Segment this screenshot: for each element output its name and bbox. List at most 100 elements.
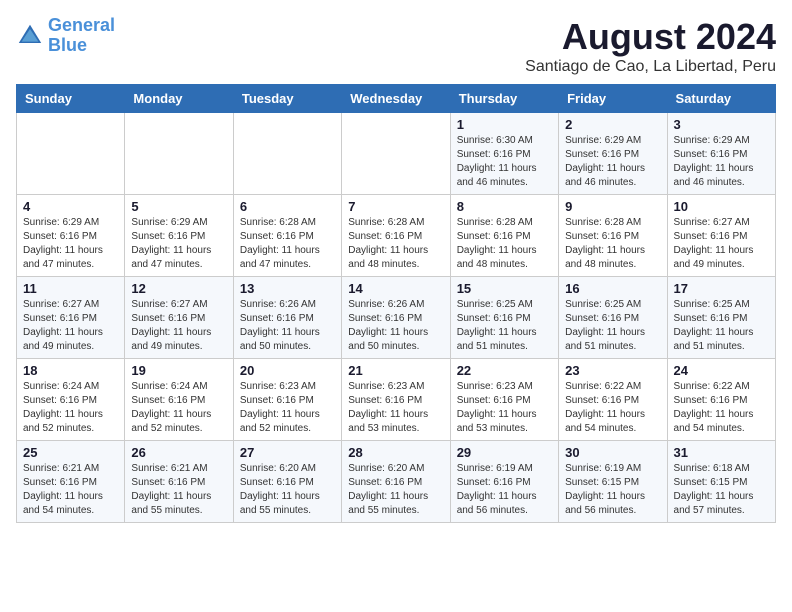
weekday-tuesday: Tuesday xyxy=(233,85,341,113)
calendar-cell: 31 Sunrise: 6:18 AM Sunset: 6:15 PM Dayli… xyxy=(667,441,775,523)
day-info: Sunrise: 6:27 AM Sunset: 6:16 PM Dayligh… xyxy=(131,298,226,354)
day-info: Sunrise: 6:24 AM Sunset: 6:16 PM Dayligh… xyxy=(23,380,118,436)
calendar-subtitle: Santiago de Cao, La Libertad, Peru xyxy=(525,58,776,76)
week-row-1: 1Sunrise: 6:30 AM Sunset: 6:16 PM Daylig… xyxy=(17,113,776,195)
day-number: 30 xyxy=(565,445,660,460)
day-info: Sunrise: 6:25 AM Sunset: 6:16 PM Dayligh… xyxy=(565,298,660,354)
day-number: 7 xyxy=(348,199,443,214)
day-number: 18 xyxy=(23,363,118,378)
calendar-cell: 15Sunrise: 6:25 AM Sunset: 6:16 PM Dayli… xyxy=(450,277,558,359)
day-info: Sunrise: 6:22 AM Sunset: 6:16 PM Dayligh… xyxy=(565,380,660,436)
day-number: 3 xyxy=(674,117,769,132)
day-info: Sunrise: 6:28 AM Sunset: 6:16 PM Dayligh… xyxy=(565,216,660,272)
logo-line1: General xyxy=(48,15,115,35)
weekday-saturday: Saturday xyxy=(667,85,775,113)
week-row-2: 4 Sunrise: 6:29 AM Sunset: 6:16 PM Daylig… xyxy=(17,195,776,277)
calendar-cell: 11 Sunrise: 6:27 AM Sunset: 6:16 PM Dayli… xyxy=(17,277,125,359)
day-info: Sunrise: 6:19 AM Sunset: 6:16 PM Dayligh… xyxy=(457,462,552,518)
day-info: Sunrise: 6:18 AM Sunset: 6:15 PM Dayligh… xyxy=(674,462,769,518)
day-info: Sunrise: 6:23 AM Sunset: 6:16 PM Dayligh… xyxy=(457,380,552,436)
calendar-title: August 2024 xyxy=(525,16,776,58)
day-info: Sunrise: 6:29 AM Sunset: 6:16 PM Dayligh… xyxy=(131,216,226,272)
calendar-cell: 7 Sunrise: 6:28 AM Sunset: 6:16 PM Daylig… xyxy=(342,195,450,277)
day-info: Sunrise: 6:25 AM Sunset: 6:16 PM Dayligh… xyxy=(674,298,769,354)
calendar-cell: 17 Sunrise: 6:25 AM Sunset: 6:16 PM Dayli… xyxy=(667,277,775,359)
day-number: 26 xyxy=(131,445,226,460)
day-number: 12 xyxy=(131,281,226,296)
day-number: 23 xyxy=(565,363,660,378)
calendar-cell: 23 Sunrise: 6:22 AM Sunset: 6:16 PM Dayli… xyxy=(559,359,667,441)
day-number: 20 xyxy=(240,363,335,378)
logo-icon xyxy=(16,22,44,50)
calendar-cell: 1Sunrise: 6:30 AM Sunset: 6:16 PM Daylig… xyxy=(450,113,558,195)
calendar-cell: 9 Sunrise: 6:28 AM Sunset: 6:16 PM Daylig… xyxy=(559,195,667,277)
calendar-cell: 6 Sunrise: 6:28 AM Sunset: 6:16 PM Daylig… xyxy=(233,195,341,277)
day-info: Sunrise: 6:29 AM Sunset: 6:16 PM Dayligh… xyxy=(674,134,769,190)
calendar-cell: 5 Sunrise: 6:29 AM Sunset: 6:16 PM Daylig… xyxy=(125,195,233,277)
day-info: Sunrise: 6:21 AM Sunset: 6:16 PM Dayligh… xyxy=(23,462,118,518)
calendar-cell: 13 Sunrise: 6:26 AM Sunset: 6:16 PM Dayli… xyxy=(233,277,341,359)
weekday-monday: Monday xyxy=(125,85,233,113)
day-info: Sunrise: 6:27 AM Sunset: 6:16 PM Dayligh… xyxy=(23,298,118,354)
day-info: Sunrise: 6:29 AM Sunset: 6:16 PM Dayligh… xyxy=(565,134,660,190)
calendar-cell: 12 Sunrise: 6:27 AM Sunset: 6:16 PM Dayli… xyxy=(125,277,233,359)
day-info: Sunrise: 6:28 AM Sunset: 6:16 PM Dayligh… xyxy=(457,216,552,272)
day-number: 14 xyxy=(348,281,443,296)
calendar-cell: 16 Sunrise: 6:25 AM Sunset: 6:16 PM Dayli… xyxy=(559,277,667,359)
day-info: Sunrise: 6:25 AM Sunset: 6:16 PM Dayligh… xyxy=(457,298,552,354)
calendar-cell: 3 Sunrise: 6:29 AM Sunset: 6:16 PM Daylig… xyxy=(667,113,775,195)
day-info: Sunrise: 6:23 AM Sunset: 6:16 PM Dayligh… xyxy=(348,380,443,436)
calendar-cell: 21 Sunrise: 6:23 AM Sunset: 6:16 PM Dayli… xyxy=(342,359,450,441)
calendar-table: SundayMondayTuesdayWednesdayThursdayFrid… xyxy=(16,84,776,523)
day-number: 10 xyxy=(674,199,769,214)
day-info: Sunrise: 6:26 AM Sunset: 6:16 PM Dayligh… xyxy=(240,298,335,354)
day-info: Sunrise: 6:24 AM Sunset: 6:16 PM Dayligh… xyxy=(131,380,226,436)
day-number: 29 xyxy=(457,445,552,460)
day-number: 1 xyxy=(457,117,552,132)
day-info: Sunrise: 6:21 AM Sunset: 6:16 PM Dayligh… xyxy=(131,462,226,518)
day-info: Sunrise: 6:28 AM Sunset: 6:16 PM Dayligh… xyxy=(240,216,335,272)
day-info: Sunrise: 6:28 AM Sunset: 6:16 PM Dayligh… xyxy=(348,216,443,272)
header: General Blue August 2024 Santiago de Cao… xyxy=(16,16,776,76)
day-number: 24 xyxy=(674,363,769,378)
calendar-cell xyxy=(342,113,450,195)
calendar-cell: 19 Sunrise: 6:24 AM Sunset: 6:16 PM Dayli… xyxy=(125,359,233,441)
day-number: 27 xyxy=(240,445,335,460)
calendar-cell: 2 Sunrise: 6:29 AM Sunset: 6:16 PM Daylig… xyxy=(559,113,667,195)
day-number: 5 xyxy=(131,199,226,214)
day-number: 16 xyxy=(565,281,660,296)
calendar-cell: 28Sunrise: 6:20 AM Sunset: 6:16 PM Dayli… xyxy=(342,441,450,523)
day-number: 6 xyxy=(240,199,335,214)
weekday-header-row: SundayMondayTuesdayWednesdayThursdayFrid… xyxy=(17,85,776,113)
day-number: 22 xyxy=(457,363,552,378)
calendar-cell xyxy=(17,113,125,195)
day-number: 9 xyxy=(565,199,660,214)
day-info: Sunrise: 6:29 AM Sunset: 6:16 PM Dayligh… xyxy=(23,216,118,272)
title-area: August 2024 Santiago de Cao, La Libertad… xyxy=(525,16,776,76)
day-number: 25 xyxy=(23,445,118,460)
day-number: 19 xyxy=(131,363,226,378)
calendar-cell: 4 Sunrise: 6:29 AM Sunset: 6:16 PM Daylig… xyxy=(17,195,125,277)
weekday-thursday: Thursday xyxy=(450,85,558,113)
week-row-4: 18 Sunrise: 6:24 AM Sunset: 6:16 PM Dayli… xyxy=(17,359,776,441)
weekday-wednesday: Wednesday xyxy=(342,85,450,113)
calendar-cell: 25 Sunrise: 6:21 AM Sunset: 6:16 PM Dayli… xyxy=(17,441,125,523)
calendar-cell xyxy=(125,113,233,195)
day-info: Sunrise: 6:26 AM Sunset: 6:16 PM Dayligh… xyxy=(348,298,443,354)
day-number: 13 xyxy=(240,281,335,296)
day-number: 31 xyxy=(674,445,769,460)
day-number: 2 xyxy=(565,117,660,132)
day-info: Sunrise: 6:22 AM Sunset: 6:16 PM Dayligh… xyxy=(674,380,769,436)
calendar-cell: 8 Sunrise: 6:28 AM Sunset: 6:16 PM Daylig… xyxy=(450,195,558,277)
day-number: 21 xyxy=(348,363,443,378)
calendar-cell: 26 Sunrise: 6:21 AM Sunset: 6:16 PM Dayli… xyxy=(125,441,233,523)
logo-text: General Blue xyxy=(48,16,115,56)
week-row-3: 11 Sunrise: 6:27 AM Sunset: 6:16 PM Dayli… xyxy=(17,277,776,359)
day-number: 11 xyxy=(23,281,118,296)
weekday-friday: Friday xyxy=(559,85,667,113)
day-number: 8 xyxy=(457,199,552,214)
day-number: 17 xyxy=(674,281,769,296)
day-number: 4 xyxy=(23,199,118,214)
logo-line2: Blue xyxy=(48,35,87,55)
day-info: Sunrise: 6:27 AM Sunset: 6:16 PM Dayligh… xyxy=(674,216,769,272)
